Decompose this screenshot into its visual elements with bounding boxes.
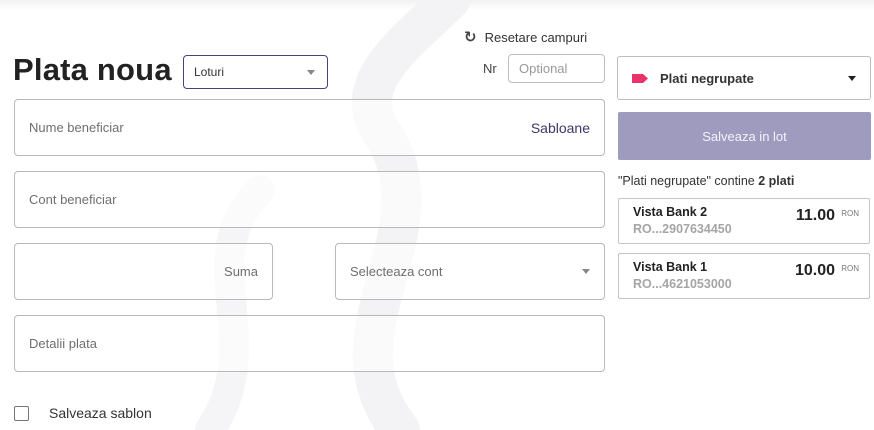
group-info-count: 2 plati — [758, 174, 795, 188]
beneficiary-name-label: Nume beneficiar — [29, 120, 124, 135]
beneficiary-name-field[interactable]: Nume beneficiar Sabloane — [14, 99, 605, 156]
save-template-label: Salveaza sablon — [49, 405, 152, 421]
save-in-batch-button[interactable]: Salveaza in lot — [618, 112, 871, 160]
beneficiary-account-field[interactable]: Cont beneficiar — [14, 171, 605, 228]
payment-card[interactable]: Vista Bank 2 RO...2907634450 11.00 RON — [618, 198, 870, 244]
payment-details-label: Detalii plata — [29, 336, 97, 351]
save-template-checkbox[interactable] — [14, 405, 29, 421]
templates-link[interactable]: Sabloane — [531, 120, 590, 136]
save-template-option[interactable]: Salveaza sablon — [14, 405, 152, 421]
nr-label: Nr — [483, 61, 497, 76]
payment-group-select[interactable]: Plati negrupate — [617, 56, 871, 100]
amount-field[interactable]: Suma — [14, 243, 273, 300]
chevron-down-icon — [307, 69, 315, 75]
payment-amount: 10.00 — [794, 262, 835, 279]
top-strip — [0, 0, 874, 10]
reset-fields-label: Resetare campuri — [484, 29, 588, 45]
payment-currency: RON — [841, 209, 859, 218]
batch-type-select[interactable]: Loturi — [183, 55, 328, 89]
refresh-icon: ↻ — [464, 29, 477, 46]
nr-input[interactable]: Optional — [508, 54, 605, 83]
chevron-down-icon — [582, 269, 590, 274]
reset-fields-button[interactable]: ↻ Resetare campuri — [464, 28, 587, 46]
payment-group-value: Plati negrupate — [660, 70, 754, 86]
payment-card[interactable]: Vista Bank 1 RO...4621053000 10.00 RON — [618, 253, 870, 299]
page-title: Plata noua — [13, 52, 172, 87]
select-account-dropdown[interactable]: Selecteaza cont — [335, 243, 605, 300]
payment-currency: RON — [841, 264, 859, 273]
payment-details-field[interactable]: Detalii plata — [14, 315, 605, 372]
payment-amount: 11.00 — [795, 207, 835, 224]
group-info-text: "Plati negrupate" contine 2 plati — [618, 174, 794, 188]
chevron-down-icon — [848, 75, 856, 81]
nr-placeholder: Optional — [519, 61, 568, 76]
group-info-prefix: "Plati negrupate" contine — [618, 174, 759, 188]
beneficiary-account-label: Cont beneficiar — [29, 192, 117, 207]
amount-label: Suma — [224, 264, 258, 279]
batch-type-value: Loturi — [194, 65, 225, 79]
tag-icon — [632, 73, 648, 83]
select-account-label: Selecteaza cont — [350, 264, 443, 279]
